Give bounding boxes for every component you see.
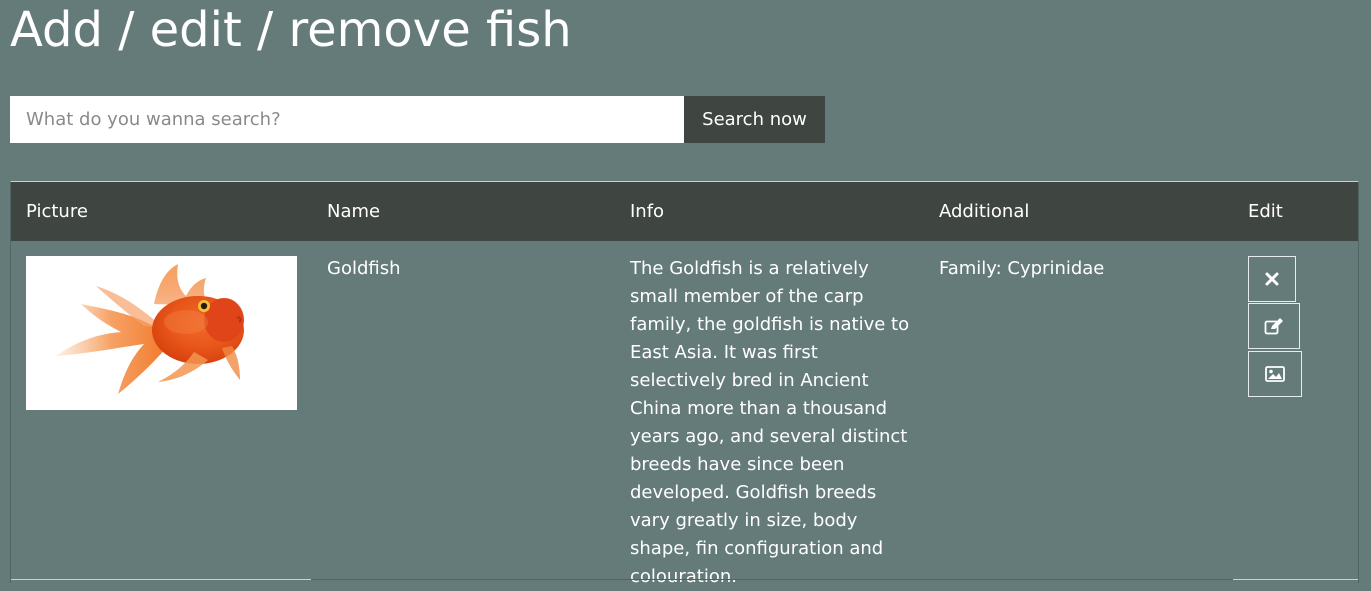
- edit-icon: [1264, 318, 1283, 335]
- fish-info: The Goldfish is a relatively small membe…: [630, 258, 910, 587]
- search-button[interactable]: Search now: [684, 96, 825, 143]
- column-header-info: Info: [630, 201, 665, 222]
- close-icon: [1265, 272, 1279, 286]
- image-icon: [1265, 366, 1285, 382]
- delete-button[interactable]: [1248, 256, 1296, 302]
- row-divider: [11, 579, 1358, 580]
- search-bar: Search now: [10, 96, 825, 143]
- column-header-name: Name: [327, 201, 381, 222]
- table-row: Goldfish The Goldfish is a relatively sm…: [11, 241, 1358, 587]
- page-title: Add / edit / remove fish: [10, 2, 572, 58]
- goldfish-image: [56, 264, 244, 394]
- fish-table: Picture Name Info Additional Edit Goldfi…: [10, 181, 1359, 587]
- column-header-additional: Additional: [939, 201, 1030, 222]
- search-input[interactable]: [10, 96, 684, 143]
- fish-picture: [26, 256, 297, 410]
- fish-additional: Family: Cyprinidae: [939, 258, 1105, 279]
- change-image-button[interactable]: [1248, 351, 1302, 397]
- column-header-edit: Edit: [1248, 201, 1283, 222]
- column-header-picture: Picture: [26, 201, 88, 222]
- edit-button[interactable]: [1248, 303, 1300, 349]
- table-header: Picture Name Info Additional Edit: [11, 182, 1358, 241]
- fish-name: Goldfish: [327, 258, 401, 279]
